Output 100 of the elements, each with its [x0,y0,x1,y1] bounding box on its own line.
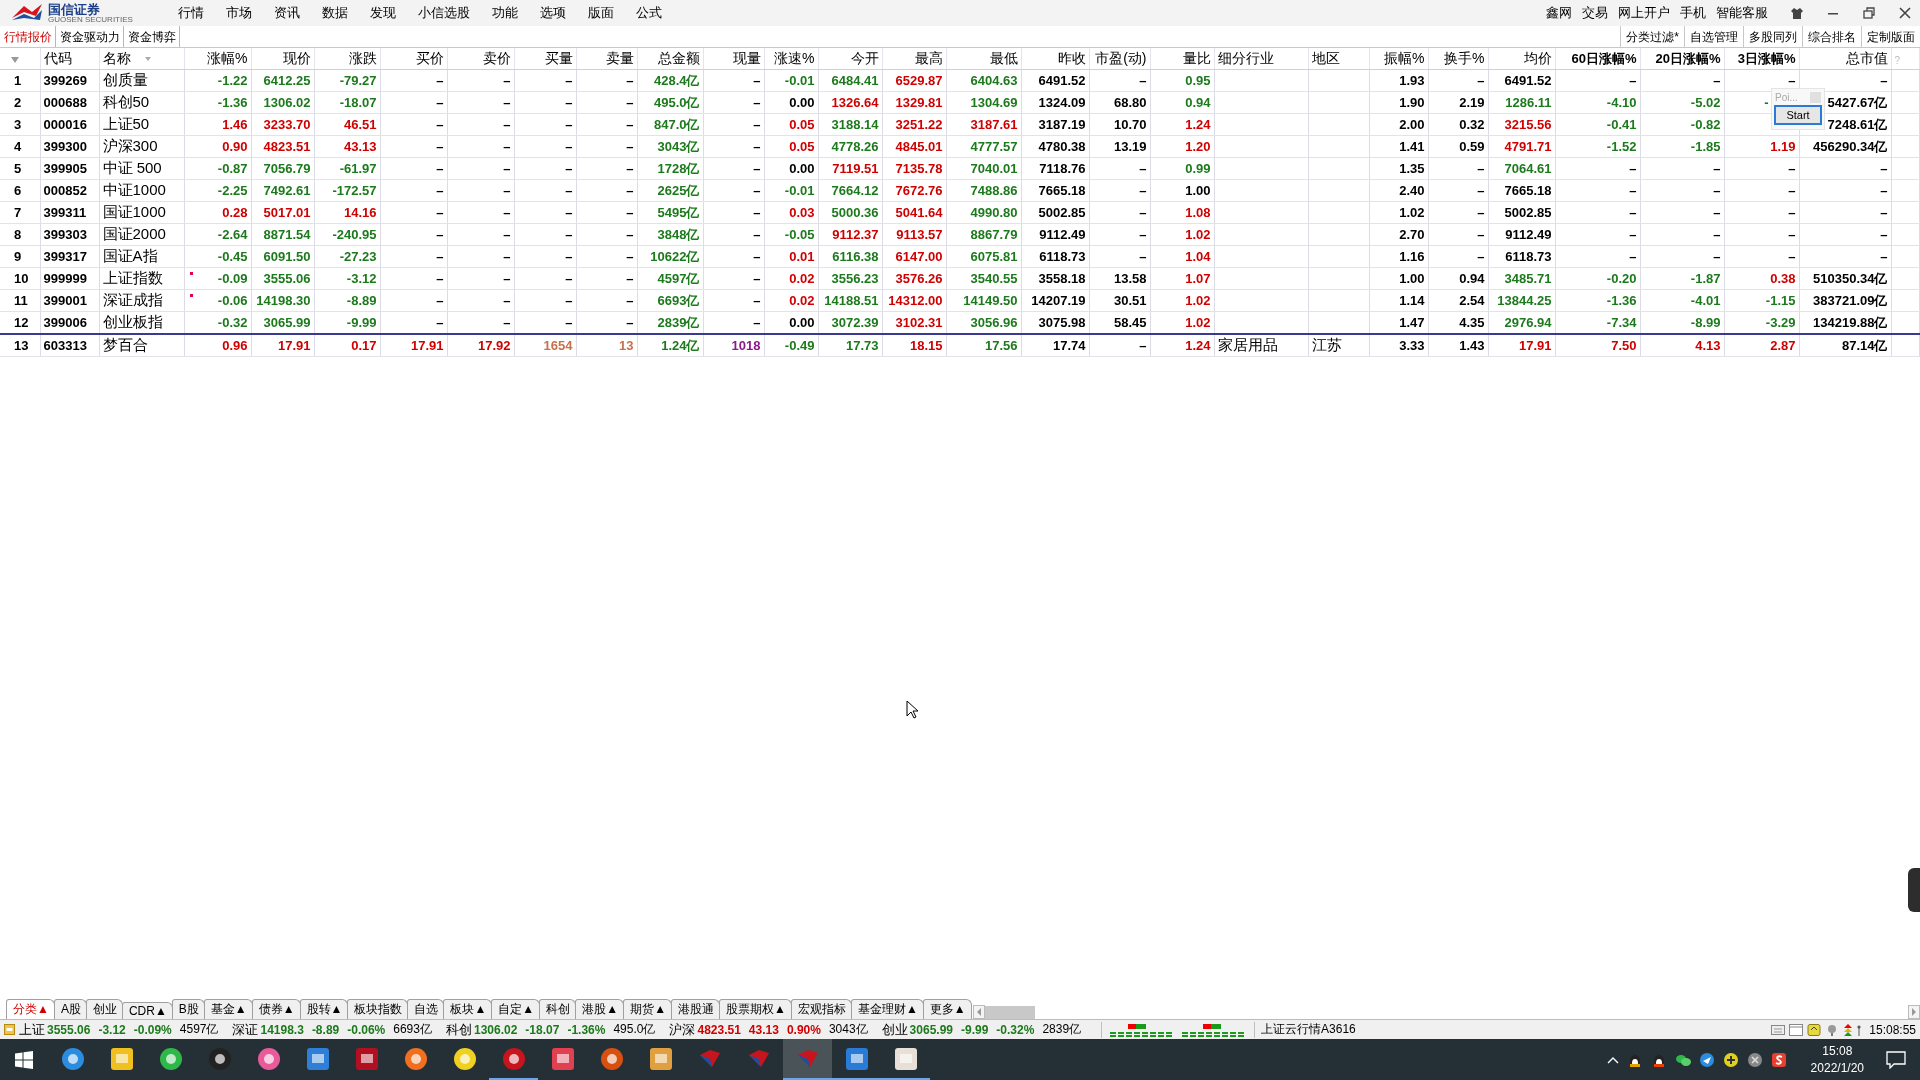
column-header[interactable]: 卖价 [482,49,511,66]
category-tab[interactable]: A股 [53,999,87,1019]
column-header[interactable]: 今开 [850,49,879,66]
table-cell: 6693亿 [657,292,700,308]
plus-icon[interactable] [1722,1051,1739,1068]
menu-item[interactable]: 公式 [636,4,662,22]
category-tab[interactable]: 港股通 [671,999,721,1019]
restore-icon[interactable] [1862,6,1876,20]
column-header[interactable]: 换手% [1444,49,1485,66]
column-header[interactable]: 细分行业 [1217,49,1274,66]
view-tab[interactable]: 资金驱动力 [56,26,124,47]
category-tab[interactable]: 基金▲ [203,999,253,1019]
menu-item[interactable]: 发现 [370,4,396,22]
menu-item[interactable]: 小信选股 [418,4,470,22]
taskbar-time[interactable]: 15:08 [1822,1042,1853,1060]
category-tab[interactable]: 股票期权▲ [719,999,792,1019]
column-header[interactable]: 3日涨幅% [1737,50,1796,66]
column-header[interactable]: 现价 [282,49,311,66]
table-cell: – [753,95,761,110]
input-method-icon[interactable] [1770,1051,1787,1068]
scroll-left-icon[interactable] [972,1005,985,1019]
close-icon[interactable] [1898,6,1912,20]
side-handle[interactable] [1908,868,1920,912]
category-tab[interactable]: 自定▲ [491,999,541,1019]
category-tab[interactable]: 板块指数 [347,999,409,1019]
column-header[interactable]: 均价 [1523,49,1552,66]
dropdown-icon[interactable] [10,55,20,64]
menu-item[interactable]: 功能 [492,4,518,22]
category-tab[interactable]: 基金理财▲ [850,999,924,1019]
top-link[interactable]: 交易 [1582,4,1608,22]
table-cell: -1.15 [1765,293,1796,308]
ticker-icon[interactable] [4,1024,15,1035]
view-action-button[interactable]: 定制版面 [1861,26,1920,47]
column-header[interactable]: 地区 [1311,49,1340,66]
column-header[interactable]: 代码 [43,49,72,66]
category-tab[interactable]: 宏观指标 [790,999,852,1019]
chevron-up-icon[interactable] [1606,1055,1619,1064]
column-header[interactable]: 总金额 [657,49,700,66]
menu-item[interactable]: 市场 [226,4,252,22]
close-circle-icon[interactable] [1746,1051,1763,1068]
windows-start-icon[interactable] [15,1050,33,1069]
table-cell: 3215.56 [1504,117,1552,132]
column-header[interactable]: 量比 [1182,49,1211,66]
menu-item[interactable]: 行情 [178,4,204,22]
column-header[interactable]: 昨收 [1057,49,1086,66]
start-button[interactable]: Start [1774,105,1822,125]
category-tab[interactable]: 债券▲ [251,999,301,1019]
category-tab[interactable]: 港股▲ [575,999,625,1019]
category-tab[interactable]: B股 [171,999,205,1019]
column-header[interactable]: 名称 [102,49,131,66]
column-header[interactable]: 涨幅% [207,49,248,66]
view-tab[interactable]: 资金博弈 [124,26,180,47]
column-header[interactable]: 买价 [415,49,444,66]
scrollbar-thumb[interactable] [984,1006,1035,1019]
category-tab[interactable]: CDR▲ [121,1002,173,1019]
keyboard-icon[interactable] [1771,1023,1786,1036]
ticker-value: -1.36% [567,1022,606,1037]
column-header[interactable]: 涨速% [774,49,815,66]
view-action-button[interactable]: 综合排名 [1802,26,1861,47]
notification-icon[interactable] [1886,1050,1906,1069]
top-link[interactable]: 智能客服 [1716,4,1768,22]
column-header[interactable]: 最高 [914,49,943,66]
category-tab[interactable]: 创业 [85,999,123,1019]
table-cell: 国证1000 [102,203,166,220]
shirt-icon[interactable] [1790,6,1804,20]
top-link[interactable]: 手机 [1680,4,1706,22]
menu-item[interactable]: 版面 [588,4,614,22]
category-tab[interactable]: 股转▲ [299,999,349,1019]
table-cell: 1654 [543,338,573,353]
category-tab[interactable]: 期货▲ [623,999,673,1019]
category-tab[interactable]: 板块▲ [443,999,493,1019]
column-header[interactable]: 振幅% [1384,49,1425,66]
top-link[interactable]: 鑫网 [1546,4,1572,22]
column-header[interactable]: 总市值 [1845,49,1888,66]
column-header[interactable]: 20日涨幅% [1655,50,1721,66]
menu-item[interactable]: 选项 [540,4,566,22]
column-header[interactable]: 最低 [989,49,1018,66]
scroll-right-icon[interactable] [1908,1005,1920,1019]
note-icon[interactable] [1807,1023,1822,1036]
column-header[interactable]: 现量 [732,49,761,66]
view-action-button[interactable]: 多股同列 [1743,26,1802,47]
column-header[interactable]: 60日涨幅% [1571,50,1637,66]
category-tab[interactable]: 更多▲ [922,999,972,1019]
category-tab[interactable]: 分类▲ [6,999,55,1019]
view-action-button[interactable]: 自选管理 [1684,26,1743,47]
table-cell: 8871.54 [263,227,311,242]
bird-icon[interactable] [1698,1051,1715,1068]
column-header[interactable]: 卖量 [605,49,634,66]
view-tab[interactable]: 行情报价 [0,26,56,47]
menu-item[interactable]: 数据 [322,4,348,22]
ticker-value: -0.09% [133,1022,172,1037]
category-tab[interactable]: 科创 [539,999,577,1019]
column-header[interactable]: 市盈(动) [1095,49,1147,66]
taskbar-date[interactable]: 2022/1/20 [1810,1059,1864,1077]
column-header[interactable]: 涨跌 [348,49,377,66]
top-link[interactable]: 网上开户 [1618,4,1670,22]
category-tab[interactable]: 自选 [407,999,445,1019]
view-action-button[interactable]: 分类过滤* [1620,26,1684,47]
menu-item[interactable]: 资讯 [274,4,300,22]
column-header[interactable]: 买量 [544,49,573,66]
